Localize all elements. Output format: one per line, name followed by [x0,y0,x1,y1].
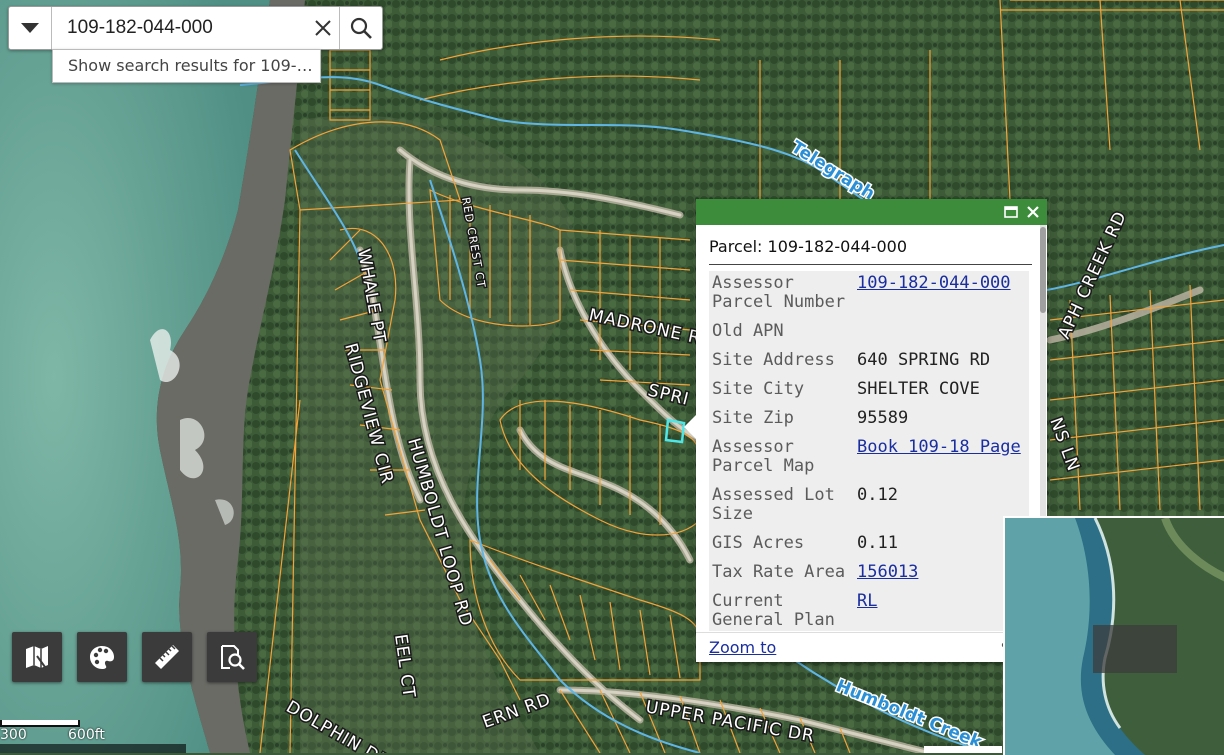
search-button[interactable] [339,7,382,49]
attribute-label: Site Zip [709,406,849,435]
coordinate-readout [0,744,186,753]
attribute-label: Site Address [709,348,849,377]
attribute-value [849,319,1029,348]
attribute-label: Current General Plan [709,589,849,631]
attribute-label: Assessed Lot Size [709,483,849,531]
scale-bar-right-label: 600ft [68,727,105,743]
search-widget [8,6,383,50]
close-popup-button[interactable] [1025,204,1041,220]
attribute-label: Old APN [709,319,849,348]
overview-extent-box[interactable] [1093,625,1177,673]
close-icon [1027,206,1039,218]
attribution-strip [924,746,1002,753]
attribute-value-link[interactable]: 109-182-044-000 [857,273,1011,293]
caret-down-icon [21,23,39,33]
attribute-value-link[interactable]: RL [857,591,877,611]
attribute-value: 640 SPRING RD [849,348,1029,377]
attribute-value[interactable]: Book 109-18 Page [849,435,1029,483]
search-icon [350,17,372,39]
popup-footer: Zoom to ••• [696,632,1047,662]
attribute-value[interactable]: RL [849,589,1029,631]
attribute-label: Tax Rate Area [709,560,849,589]
attribute-value[interactable]: 156013 [849,560,1029,589]
clear-search-button[interactable] [307,7,339,49]
document-search-icon [221,645,245,670]
search-suggestion[interactable]: Show search results for 109-18... [52,49,321,83]
zoom-to-link[interactable]: Zoom to [709,638,776,657]
attribute-label: GIS Acres [709,531,849,560]
search-source-dropdown[interactable] [9,7,52,49]
attribute-row: Site Zip 95589 [709,406,1029,435]
attribute-label: Site City [709,377,849,406]
basemap-tool-button[interactable] [12,632,62,682]
parcel-popup: Parcel: 109-182-044-000 Assessor Parcel … [684,199,1047,662]
popup-title: Parcel: 109-182-044-000 [709,237,1032,265]
scrollbar-thumb[interactable] [1040,227,1046,313]
scale-bar-left-label: 300 [0,727,27,743]
attribute-value: 95589 [849,406,1029,435]
search-input[interactable] [52,7,307,49]
popup-attributes[interactable]: Assessor Parcel Number 109-182-044-000 Old… [709,271,1029,631]
popup-header [696,199,1047,225]
close-icon [315,20,331,36]
attribute-value: 0.11 [849,531,1029,560]
map-icon [26,646,48,668]
ruler-icon [155,645,179,669]
attribute-row: Old APN [709,319,1029,348]
attribute-row: Current General Plan RL [709,589,1029,631]
attribute-row: Tax Rate Area 156013 [709,560,1029,589]
attribute-label: Assessor Parcel Map [709,435,849,483]
attribute-row: Assessed Lot Size 0.12 [709,483,1029,531]
attribute-value: SHELTER COVE [849,377,1029,406]
popup-pointer [684,415,696,439]
measure-tool-button[interactable] [142,632,192,682]
attribute-row: Site City SHELTER COVE [709,377,1029,406]
attribute-value-link[interactable]: 156013 [857,562,918,582]
overview-map[interactable] [1003,516,1224,755]
maximize-popup-button[interactable] [1003,204,1019,220]
layers-tool-button[interactable] [77,632,127,682]
attribute-row: GIS Acres 0.11 [709,531,1029,560]
attribute-row: Site Address 640 SPRING RD [709,348,1029,377]
query-tool-button[interactable] [207,632,257,682]
attribute-table: Assessor Parcel Number 109-182-044-000 Old… [709,271,1029,631]
attribute-row: Assessor Parcel Map Book 109-18 Page [709,435,1029,483]
attribute-row: Assessor Parcel Number 109-182-044-000 [709,271,1029,319]
attribute-value: 0.12 [849,483,1029,531]
maximize-icon [1004,206,1018,218]
attribute-label: Assessor Parcel Number [709,271,849,319]
attribute-value[interactable]: 109-182-044-000 [849,271,1029,319]
attribute-value-link[interactable]: Book 109-18 Page [857,437,1021,457]
palette-icon [90,646,114,669]
scale-bar-graphic [0,720,80,727]
